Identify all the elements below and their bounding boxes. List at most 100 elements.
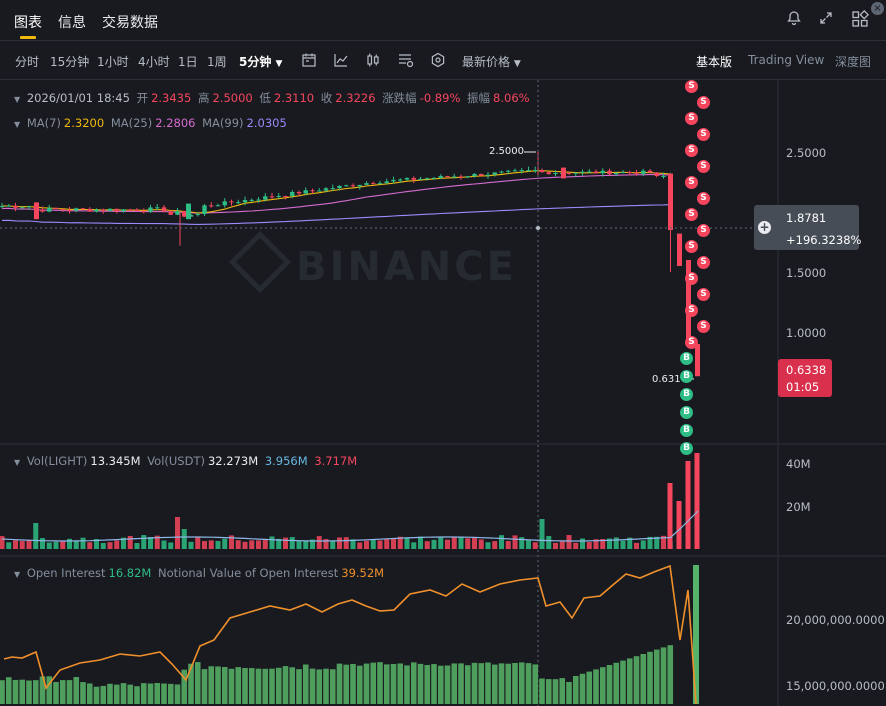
candle-body xyxy=(607,170,612,175)
candle-type-icon[interactable] xyxy=(365,52,383,68)
high-price-marker: 2.5000 xyxy=(489,146,524,157)
candle-body xyxy=(242,200,248,203)
oi-bar xyxy=(5,677,12,704)
sell-trade-badge[interactable]: S xyxy=(697,288,710,301)
oi-bar xyxy=(431,664,437,704)
buy-trade-badge[interactable]: B xyxy=(680,442,693,455)
gear-icon[interactable] xyxy=(430,52,448,68)
oi-bar xyxy=(451,663,458,704)
sell-trade-badge[interactable]: S xyxy=(685,272,698,285)
buy-trade-badge[interactable]: B xyxy=(680,388,693,401)
buy-trade-badge[interactable]: B xyxy=(680,370,693,383)
oi-bar xyxy=(32,680,39,704)
sell-trade-badge[interactable]: S xyxy=(685,304,698,317)
candle-body xyxy=(561,167,566,179)
buy-trade-badge[interactable]: B xyxy=(680,424,693,437)
oi-bar xyxy=(174,684,181,704)
volume-bar xyxy=(553,542,558,549)
crosshair-point xyxy=(536,226,540,230)
volume-bar xyxy=(472,537,477,549)
candle-body xyxy=(20,207,25,209)
oi-bar xyxy=(100,685,107,704)
candle-body xyxy=(391,179,396,182)
volume-bar xyxy=(685,461,691,549)
volume-bar xyxy=(235,540,241,549)
interval-timeline[interactable]: 分时 xyxy=(15,53,39,70)
candle-body xyxy=(485,174,491,176)
sell-trade-badge[interactable]: S xyxy=(697,128,710,141)
volume-bar xyxy=(6,542,12,549)
sell-trade-badge[interactable]: S xyxy=(685,336,698,349)
candle-body xyxy=(677,233,682,266)
price-type-select[interactable]: 最新价格 ▼ xyxy=(462,53,521,70)
sell-trade-badge[interactable]: S xyxy=(697,224,710,237)
volume-bar xyxy=(134,542,140,549)
calendar-icon[interactable] xyxy=(301,52,319,68)
sell-trade-badge[interactable]: S xyxy=(697,192,710,205)
settings-list-icon[interactable] xyxy=(397,52,415,68)
candle-body xyxy=(337,185,342,189)
oi-bar xyxy=(626,658,633,704)
bell-icon[interactable] xyxy=(784,10,804,30)
oi-bar xyxy=(80,682,86,704)
interval-1w[interactable]: 1周 xyxy=(207,53,227,70)
candle-body xyxy=(398,179,403,181)
candle-body xyxy=(404,177,410,180)
close-icon[interactable]: × xyxy=(871,2,884,15)
add-alert-icon[interactable]: + xyxy=(758,221,771,234)
sell-trade-badge[interactable]: S xyxy=(697,256,710,269)
buy-trade-badge[interactable]: B xyxy=(680,406,693,419)
sell-trade-badge[interactable]: S xyxy=(685,144,698,157)
buy-trade-badge[interactable]: B xyxy=(680,352,693,365)
oi-bar xyxy=(248,668,255,704)
volume-bar xyxy=(492,541,498,549)
oi-bar xyxy=(667,645,674,704)
sell-trade-badge[interactable]: S xyxy=(697,160,710,173)
chart-toolbar: 分时 15分钟 1小时 4小时 1日 1周 5分钟 ▼ 最新价格 ▼ 基本版 T… xyxy=(0,41,886,80)
tab-info[interactable]: 信息 xyxy=(58,12,86,32)
volume-bar xyxy=(620,540,626,549)
view-basic[interactable]: 基本版 xyxy=(696,53,732,70)
collapse-caret-icon[interactable]: ▼ xyxy=(14,120,20,129)
volume-bar xyxy=(148,536,153,549)
candle-body xyxy=(573,172,578,174)
interval-15m[interactable]: 15分钟 xyxy=(50,53,89,70)
candle-body xyxy=(668,173,673,230)
volume-bar xyxy=(283,537,288,549)
oi-bar xyxy=(647,651,653,704)
interval-1d[interactable]: 1日 xyxy=(178,53,198,70)
volume-bar xyxy=(242,541,248,549)
candle-body xyxy=(296,191,302,194)
oi-bar xyxy=(437,665,444,704)
candle-body xyxy=(411,177,416,180)
candle-body xyxy=(641,170,646,174)
volume-bar xyxy=(370,539,376,549)
layout-grid-icon[interactable] xyxy=(850,9,870,30)
sell-trade-badge[interactable]: S xyxy=(685,112,698,125)
interval-4h[interactable]: 4小时 xyxy=(138,53,170,70)
indicator-icon[interactable] xyxy=(333,52,351,68)
volume-bar xyxy=(262,539,268,549)
candle-body xyxy=(94,209,99,212)
sell-trade-badge[interactable]: S xyxy=(685,80,698,93)
tab-chart[interactable]: 图表 xyxy=(14,12,42,32)
view-depth[interactable]: 深度图 xyxy=(835,53,871,70)
volume-bar xyxy=(418,536,423,549)
view-tradingview[interactable]: Trading View xyxy=(748,53,824,67)
sell-trade-badge[interactable]: S xyxy=(685,240,698,253)
interval-selected[interactable]: 5分钟 ▼ xyxy=(239,53,282,70)
volume-bar xyxy=(222,538,228,549)
collapse-caret-icon[interactable]: ▼ xyxy=(14,570,20,579)
oi-bar xyxy=(606,665,613,704)
collapse-caret-icon[interactable]: ▼ xyxy=(14,458,20,467)
sell-trade-badge[interactable]: S xyxy=(685,208,698,221)
tab-trading-data[interactable]: 交易数据 xyxy=(102,12,158,32)
candle-body xyxy=(276,195,281,197)
candlestick-chart[interactable] xyxy=(0,80,886,706)
expand-icon[interactable] xyxy=(816,10,836,30)
sell-trade-badge[interactable]: S xyxy=(685,176,698,189)
collapse-caret-icon[interactable]: ▼ xyxy=(14,95,20,104)
sell-trade-badge[interactable]: S xyxy=(697,96,710,109)
interval-1h[interactable]: 1小时 xyxy=(97,53,129,70)
sell-trade-badge[interactable]: S xyxy=(697,320,710,333)
